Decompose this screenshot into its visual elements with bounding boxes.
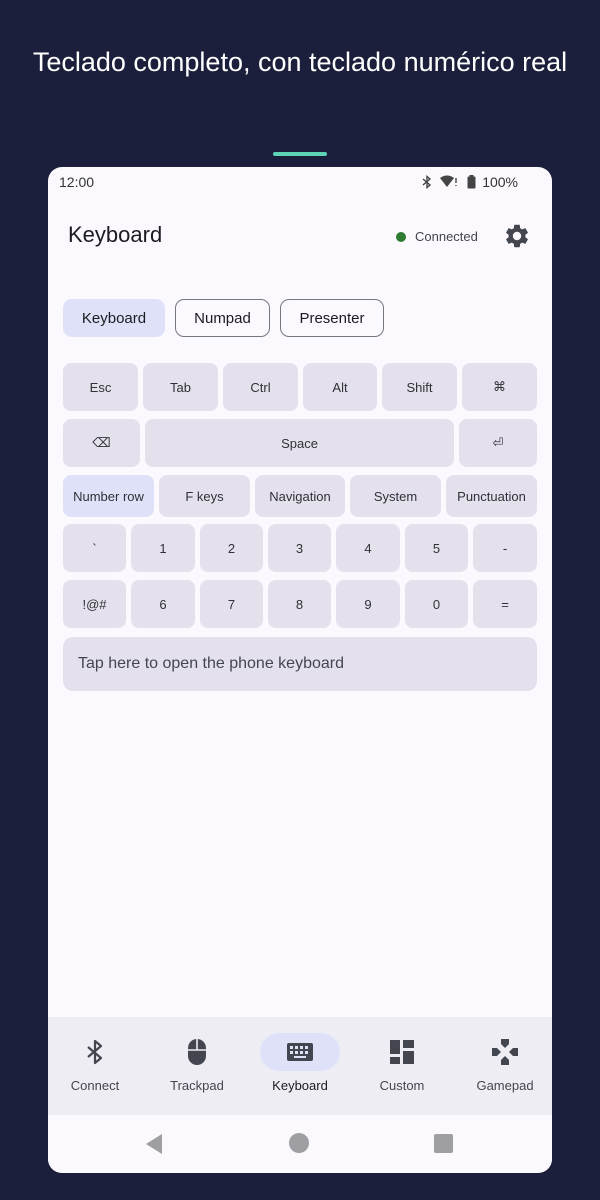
- key-shift[interactable]: Shift: [382, 363, 457, 411]
- key-backspace[interactable]: ⌫: [63, 419, 140, 467]
- key-ctrl[interactable]: Ctrl: [223, 363, 298, 411]
- page-title: Keyboard: [68, 222, 163, 247]
- key-space[interactable]: Space: [145, 419, 454, 467]
- settings-gear-icon[interactable]: [503, 222, 531, 250]
- key-symbols[interactable]: !@#: [63, 580, 126, 628]
- modifier-row: Esc Tab Ctrl Alt Shift ⌘: [63, 363, 537, 411]
- nav-trackpad-label: Trackpad: [170, 1078, 224, 1093]
- key-tab[interactable]: Tab: [143, 363, 218, 411]
- nav-gamepad[interactable]: Gamepad: [455, 1017, 552, 1115]
- number-row-2: !@# 6 7 8 9 0 =: [63, 580, 537, 628]
- connection-label: Connected: [415, 229, 478, 244]
- dashboard-icon: [390, 1040, 414, 1064]
- app-bar: Keyboard Connected: [48, 212, 552, 258]
- category-punctuation[interactable]: Punctuation: [446, 475, 537, 517]
- mode-numpad-button[interactable]: Numpad: [175, 299, 270, 337]
- bottom-navigation: Connect Trackpad Keyboard Custom Gamepad: [48, 1017, 552, 1115]
- open-phone-keyboard-field[interactable]: Tap here to open the phone keyboard: [63, 637, 537, 691]
- key-esc[interactable]: Esc: [63, 363, 138, 411]
- mode-keyboard-button[interactable]: Keyboard: [63, 299, 165, 337]
- nav-trackpad[interactable]: Trackpad: [147, 1017, 247, 1115]
- nav-custom[interactable]: Custom: [352, 1017, 452, 1115]
- keyboard-icon: [287, 1043, 313, 1061]
- gamepad-icon: [492, 1039, 518, 1065]
- key-4[interactable]: 4: [336, 524, 400, 572]
- connection-dot-icon: [396, 231, 406, 242]
- system-navigation-bar: [48, 1115, 552, 1173]
- key-0[interactable]: 0: [405, 580, 468, 628]
- category-f-keys[interactable]: F keys: [159, 475, 250, 517]
- accent-bar: [273, 152, 327, 156]
- key-7[interactable]: 7: [200, 580, 263, 628]
- wifi-icon: [440, 175, 457, 187]
- key-3[interactable]: 3: [268, 524, 331, 572]
- mode-selector: Keyboard Numpad Presenter: [63, 299, 384, 339]
- category-system[interactable]: System: [350, 475, 441, 517]
- battery-icon: [467, 175, 476, 189]
- key-category-row: Number row F keys Navigation System Punc…: [63, 475, 537, 517]
- status-time: 12:00: [59, 174, 95, 190]
- nav-connect-label: Connect: [70, 1078, 120, 1093]
- headline: Teclado completo, con teclado numérico r…: [32, 47, 568, 77]
- battery-level: 100%: [482, 174, 518, 190]
- mode-presenter-button[interactable]: Presenter: [280, 299, 384, 337]
- back-icon[interactable]: [144, 1133, 164, 1155]
- recents-icon[interactable]: [434, 1134, 453, 1153]
- key-equals[interactable]: =: [473, 580, 537, 628]
- category-navigation[interactable]: Navigation: [255, 475, 345, 517]
- bluetooth-status-icon: [422, 175, 432, 189]
- number-row-1: ` 1 2 3 4 5 -: [63, 524, 537, 572]
- phone-screen: 12:00 100% Keyboard Connected Keyboard N…: [48, 167, 552, 1173]
- key-9[interactable]: 9: [336, 580, 400, 628]
- key-backtick[interactable]: `: [63, 524, 126, 572]
- key-enter[interactable]: ⏎: [459, 419, 537, 467]
- edit-row: ⌫ Space ⏎: [63, 419, 537, 467]
- nav-gamepad-label: Gamepad: [476, 1078, 534, 1093]
- nav-keyboard[interactable]: Keyboard: [250, 1017, 350, 1115]
- status-bar: 12:00 100%: [48, 167, 552, 195]
- key-8[interactable]: 8: [268, 580, 331, 628]
- home-icon[interactable]: [288, 1132, 310, 1154]
- key-5[interactable]: 5: [405, 524, 468, 572]
- key-minus[interactable]: -: [473, 524, 537, 572]
- nav-keyboard-label: Keyboard: [272, 1078, 328, 1093]
- key-1[interactable]: 1: [131, 524, 195, 572]
- nav-custom-label: Custom: [379, 1078, 425, 1093]
- connection-status: Connected: [396, 229, 478, 244]
- key-command[interactable]: ⌘: [462, 363, 537, 411]
- key-alt[interactable]: Alt: [303, 363, 377, 411]
- category-number-row[interactable]: Number row: [63, 475, 154, 517]
- nav-connect[interactable]: Connect: [48, 1017, 145, 1115]
- mouse-icon: [188, 1039, 206, 1065]
- key-6[interactable]: 6: [131, 580, 195, 628]
- bluetooth-icon: [87, 1039, 103, 1065]
- key-2[interactable]: 2: [200, 524, 263, 572]
